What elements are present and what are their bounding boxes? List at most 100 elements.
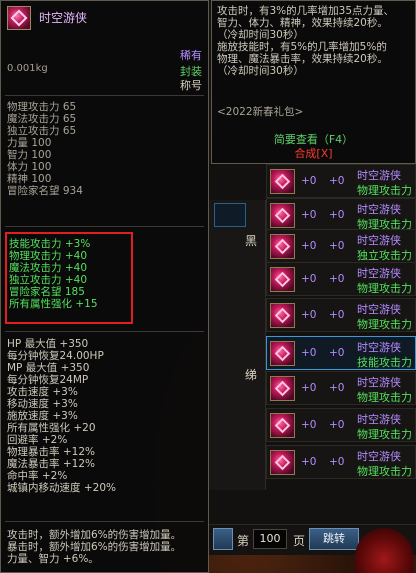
item-name: 时空游侠 xyxy=(357,413,401,426)
item-icon xyxy=(270,376,295,401)
item-row[interactable]: +0 +0 时空游侠 物理攻击力 xyxy=(266,198,416,232)
desc-line: 暴击时，额外增加6%的伤害增加量。 xyxy=(7,541,182,553)
side-label: 绨 xyxy=(245,368,258,382)
set-line: （冷却时间30秒） xyxy=(217,29,304,41)
item-name: 时空游侠 xyxy=(357,376,401,389)
item-attribute: 独立攻击力 xyxy=(357,249,412,262)
stat-line: 移动速度 +3% xyxy=(7,398,78,410)
synthesize-link[interactable]: 合成[X] xyxy=(212,145,415,161)
extra-stats: HP 最大值 +350 每分钟恢复24.00HP MP 最大值 +350 每分钟… xyxy=(7,338,116,494)
stat-line: 回避率 +2% xyxy=(7,434,68,446)
weight-label: 0.001kg xyxy=(7,63,48,74)
item-attribute: 物理攻击力 xyxy=(357,428,412,441)
item-attribute: 物理攻击力 xyxy=(357,184,412,197)
set-tooltip: 攻击时，有3%的几率增加35点力量、 智力、体力、精神，效果持续20秒。 （冷却… xyxy=(211,0,416,164)
stat-line: 命中率 +2% xyxy=(7,470,68,482)
item-row[interactable]: +0 +0 时空游侠技能攻击力 xyxy=(266,336,416,370)
stat-line: 力量 100 xyxy=(7,137,52,149)
stat-line: 施放速度 +3% xyxy=(7,410,78,422)
item-row[interactable]: +0 +0 时空游侠物理攻击力 xyxy=(266,445,416,479)
divider xyxy=(5,226,204,227)
stat-line: 技能攻击力 +3% xyxy=(9,238,91,250)
item-attribute: 物理攻击力 xyxy=(357,391,412,404)
item-icon xyxy=(270,169,295,194)
item-icon xyxy=(270,267,295,292)
stat-line: 魔法攻击力 +40 xyxy=(9,262,87,274)
amplify-level: +0 xyxy=(329,209,345,221)
stat-line: 冒险家名望 934 xyxy=(7,185,83,197)
item-name: 时空游侠 xyxy=(357,203,401,216)
item-attribute: 技能攻击力 xyxy=(357,356,412,369)
item-attribute: 物理攻击力 xyxy=(357,318,412,331)
item-name: 时空游侠 xyxy=(357,450,401,463)
item-attribute: 物理攻击力 xyxy=(357,465,412,478)
stat-line: 精神 100 xyxy=(7,173,52,185)
item-row[interactable]: +0 +0 时空游侠物理攻击力 xyxy=(266,262,416,296)
stat-line: 冒险家名望 185 xyxy=(9,286,85,298)
stat-line: 魔法暴击率 +12% xyxy=(7,458,95,470)
set-effect-text: 攻击时，有3%的几率增加35点力量、 智力、体力、精神，效果持续20秒。 （冷却… xyxy=(217,5,394,77)
search-input[interactable] xyxy=(214,203,246,227)
item-icon xyxy=(270,413,295,438)
title-item-icon xyxy=(7,6,31,30)
upgrade-level: +0 xyxy=(301,382,317,394)
desc-line: 攻击时，额外增加6%的伤害增加量。 xyxy=(7,529,182,541)
jump-button[interactable]: 跳转 xyxy=(309,528,359,550)
amplify-level: +0 xyxy=(329,273,345,285)
stat-line: 攻击速度 +3% xyxy=(7,386,78,398)
divider xyxy=(5,95,204,96)
set-line: 施放技能时，有5%的几率增加5%的 xyxy=(217,41,387,53)
item-name: 时空游侠 xyxy=(357,341,401,354)
upgrade-level: +0 xyxy=(301,209,317,221)
upgrade-level: +0 xyxy=(301,347,317,359)
amplify-level: +0 xyxy=(329,309,345,321)
item-name: 时空游侠 xyxy=(357,169,401,182)
amplify-level: +0 xyxy=(329,347,345,359)
item-icon xyxy=(270,203,295,228)
set-line: 攻击时，有3%的几率增加35点力量、 xyxy=(217,5,395,17)
item-name: 时空游侠 xyxy=(39,11,88,25)
item-row[interactable]: +0 +0 时空游侠 物理攻击力 xyxy=(266,164,416,198)
stat-line: MP 最大值 +350 xyxy=(7,362,90,374)
stat-line: 城镇内移动速度 +20% xyxy=(7,482,116,494)
stat-line: 每分钟恢复24.00HP xyxy=(7,350,104,362)
gift-tag: <2022新春礼包> xyxy=(217,106,304,118)
item-name: 时空游侠 xyxy=(357,234,401,247)
tooltip-header: 时空游侠 稀有 0.001kg 封装 称号 xyxy=(1,1,208,92)
amplify-level: +0 xyxy=(329,456,345,468)
amplify-level: +0 xyxy=(329,382,345,394)
item-attribute: 物理攻击力 xyxy=(357,282,412,295)
item-icon xyxy=(270,303,295,328)
item-row[interactable]: +0 +0 时空游侠 独立攻击力 xyxy=(266,229,416,263)
stat-line: 魔法攻击力 65 xyxy=(7,113,77,125)
item-row[interactable]: +0 +0 时空游侠 物理攻击力 xyxy=(266,298,416,332)
item-icon xyxy=(270,234,295,259)
upgrade-level: +0 xyxy=(301,175,317,187)
effect-description: 攻击时，额外增加6%的伤害增加量。 暴击时，额外增加6%的伤害增加量。 力量、智… xyxy=(7,529,181,565)
amplify-level: +0 xyxy=(329,240,345,252)
upgrade-level: +0 xyxy=(301,419,317,431)
page-suffix-label: 页 xyxy=(293,534,306,548)
page-number-input[interactable]: 100 xyxy=(253,529,287,549)
stat-line: 体力 100 xyxy=(7,161,52,173)
set-line: 智力、体力、精神，效果持续20秒。 xyxy=(217,17,388,29)
stat-line: 所有属性强化 +20 xyxy=(7,422,96,434)
prev-page-button[interactable] xyxy=(213,528,233,550)
item-row[interactable]: +0 +0 时空游侠 物理攻击力 xyxy=(266,408,416,442)
stat-line: 物理攻击力 65 xyxy=(7,101,77,113)
page-prefix-label: 第 xyxy=(237,534,250,548)
upgrade-level: +0 xyxy=(301,456,317,468)
stat-line: HP 最大值 +350 xyxy=(7,338,89,350)
upgrade-level: +0 xyxy=(301,273,317,285)
stat-line: 智力 100 xyxy=(7,149,52,161)
divider xyxy=(5,331,204,332)
item-tooltip: 时空游侠 稀有 0.001kg 封装 称号 物理攻击力 65 魔法攻击力 65 … xyxy=(0,0,209,573)
item-row[interactable]: +0 +0 时空游侠物理攻击力 xyxy=(266,371,416,405)
upgrade-level: +0 xyxy=(301,309,317,321)
rarity-label: 稀有 xyxy=(180,49,202,62)
enhance-stats: 技能攻击力 +3% 物理攻击力 +40 魔法攻击力 +40 独立攻击力 +40 … xyxy=(9,238,98,310)
base-stats: 物理攻击力 65 魔法攻击力 65 独立攻击力 65 力量 100 智力 100… xyxy=(7,101,202,197)
item-icon xyxy=(270,450,295,475)
item-type-label: 称号 xyxy=(180,79,202,92)
item-name: 时空游侠 xyxy=(357,267,401,280)
